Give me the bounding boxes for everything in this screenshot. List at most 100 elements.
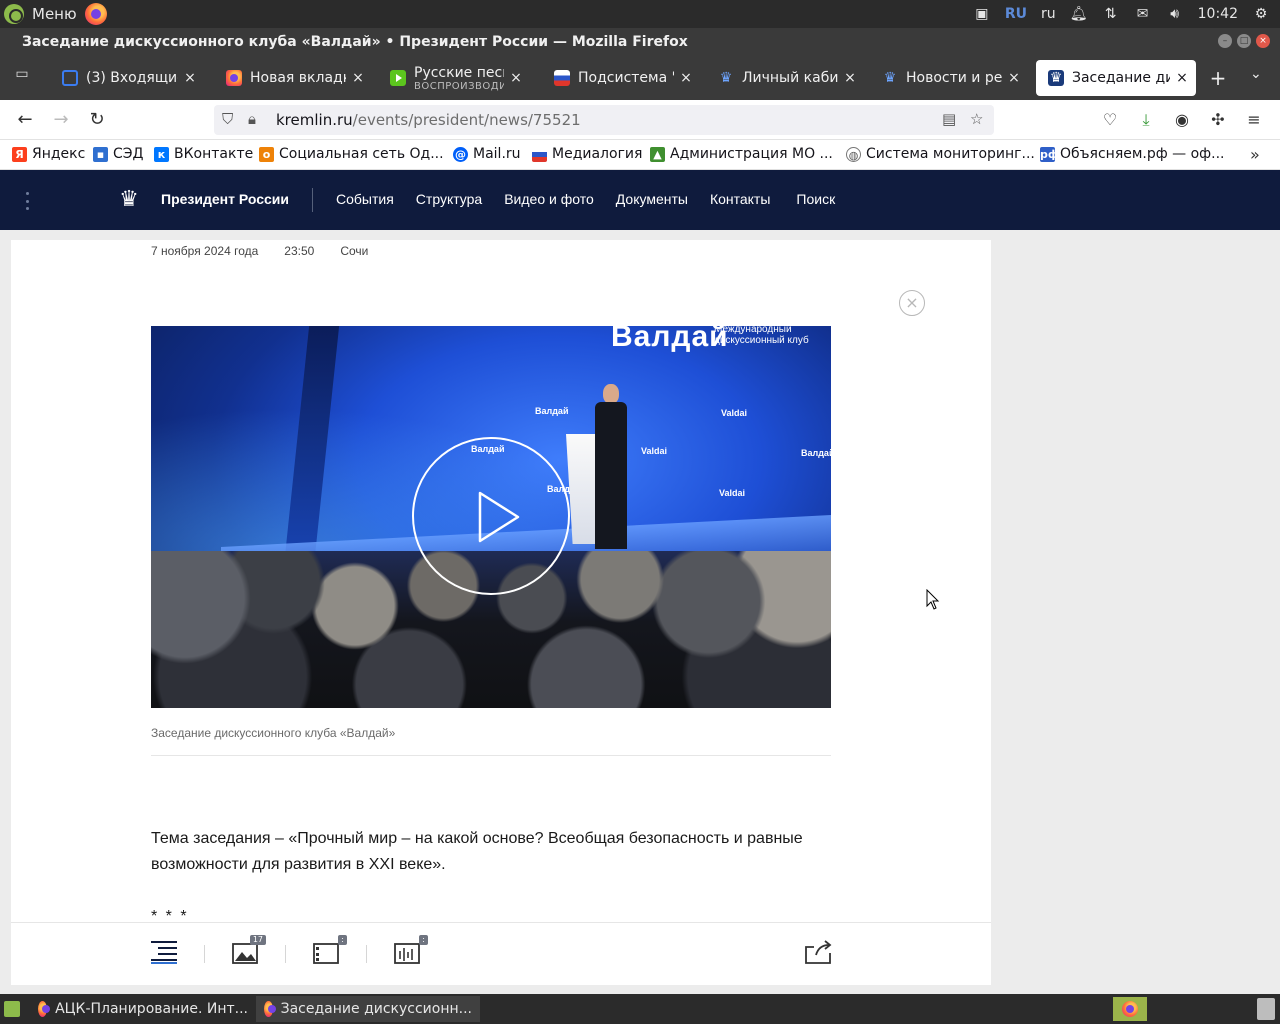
close-tab-icon[interactable]: × bbox=[1174, 70, 1190, 86]
clock[interactable]: 10:42 bbox=[1198, 6, 1238, 22]
audio-icon[interactable]: : bbox=[394, 935, 428, 965]
close-tab-icon[interactable]: × bbox=[678, 70, 694, 86]
taskbar-item-ack[interactable]: АЦК-Планирование. Инт... bbox=[30, 996, 256, 1022]
tab-label: Новая вкладка bbox=[250, 70, 346, 86]
close-tab-icon[interactable]: × bbox=[182, 70, 198, 86]
update-manager-icon[interactable]: ▣ bbox=[973, 6, 991, 22]
bookmark-explain-rf[interactable]: рф Объясняем.рф — оф... bbox=[1040, 146, 1225, 162]
bookmark-label: СЭД bbox=[113, 146, 144, 162]
nav-structure[interactable]: Структура bbox=[416, 191, 482, 207]
firefox-icon bbox=[1122, 1001, 1138, 1017]
bookmark-label: Медиалогия bbox=[552, 146, 643, 162]
russian-emblem-icon[interactable]: ♛ bbox=[114, 184, 144, 216]
pocket-icon[interactable]: ♡ bbox=[1100, 110, 1120, 130]
nav-documents[interactable]: Документы bbox=[616, 191, 688, 207]
tab-label: (3) Входящие - bbox=[86, 70, 178, 86]
notifications-bell-icon[interactable]: 🔔︎ bbox=[1070, 6, 1088, 22]
trash-icon[interactable] bbox=[1257, 998, 1275, 1020]
nav-video-photo[interactable]: Видео и фото bbox=[504, 191, 594, 207]
address-bar[interactable]: ⛉ 🔒︎ kremlin.ru/events/president/news/75… bbox=[214, 105, 994, 135]
account-icon[interactable]: ◉ bbox=[1172, 110, 1192, 130]
toolbar-divider bbox=[366, 945, 367, 963]
text-view-icon[interactable] bbox=[150, 939, 178, 965]
site-brand[interactable]: Президент России bbox=[161, 191, 289, 207]
bookmark-medialogia[interactable]: Медиалогия bbox=[532, 146, 642, 162]
video-player[interactable]: Валдай Международный дискуссионный клуб … bbox=[151, 326, 831, 708]
taskbar-item-valdai[interactable]: Заседание дискуссионн... bbox=[256, 996, 480, 1022]
tab-overview-icon[interactable]: ▭ bbox=[12, 66, 32, 84]
bookmark-star-icon[interactable]: ☆ bbox=[970, 110, 983, 128]
bookmark-sed[interactable]: ▪ СЭД bbox=[93, 146, 144, 162]
workspace-switcher[interactable] bbox=[1113, 997, 1147, 1021]
url-text[interactable]: kremlin.ru/events/president/news/75521 bbox=[276, 111, 581, 129]
minimize-button[interactable]: – bbox=[1218, 34, 1232, 48]
bookmark-odnoklassniki[interactable]: о Социальная сеть Од... bbox=[259, 146, 444, 162]
article-place[interactable]: Сочи bbox=[340, 244, 368, 258]
bookmark-label: Социальная сеть Од... bbox=[279, 146, 444, 162]
app-menu-icon[interactable]: ≡ bbox=[1244, 110, 1264, 130]
close-window-button[interactable]: × bbox=[1256, 34, 1270, 48]
photos-count-badge: 17 bbox=[249, 935, 266, 945]
site-menu-kebab-icon[interactable] bbox=[24, 192, 30, 210]
bookmarks-toolbar: Я Яндекс ▪ СЭД к ВКонтакте о Социальная сеть… bbox=[0, 140, 1280, 170]
tab-label: Заседание дис bbox=[1072, 70, 1170, 86]
more-bookmarks-chevron-icon[interactable]: » bbox=[1250, 145, 1260, 164]
bookmark-mailru[interactable]: @ Mail.ru bbox=[453, 146, 521, 162]
bookmark-monitoring[interactable]: ◍ Система мониторинг... bbox=[846, 146, 1035, 162]
tab-playing-label: ВОСПРОИЗВОДИТСЯ bbox=[414, 80, 504, 92]
mouse-cursor-icon bbox=[926, 589, 940, 610]
taskbar-item-label: Заседание дискуссионн... bbox=[280, 1001, 472, 1017]
video-list-icon[interactable]: : bbox=[313, 935, 347, 965]
tab-new-tab[interactable]: Новая вкладка × bbox=[214, 60, 372, 96]
close-video-icon[interactable]: × bbox=[899, 290, 925, 316]
site-lock-icon[interactable]: 🔒︎ bbox=[248, 110, 256, 128]
forward-button[interactable]: → bbox=[49, 108, 73, 132]
back-button[interactable]: ← bbox=[13, 108, 37, 132]
power-settings-icon[interactable]: ⚙ bbox=[1252, 6, 1270, 22]
photos-icon[interactable]: 17 bbox=[232, 935, 266, 965]
downloads-icon[interactable]: ⤓ bbox=[1136, 110, 1156, 130]
mint-logo-icon bbox=[4, 4, 24, 24]
bookmark-administration[interactable]: ▲ Администрация МО ... bbox=[650, 146, 833, 162]
nav-events[interactable]: События bbox=[336, 191, 394, 207]
mail-tray-icon[interactable]: ✉ bbox=[1134, 6, 1152, 22]
keyboard-layout-indicator[interactable]: RU bbox=[1005, 6, 1027, 22]
volume-icon[interactable]: 🔊︎ bbox=[1166, 6, 1184, 22]
tab-subsystem[interactable]: Подсистема "П × bbox=[542, 60, 700, 96]
close-tab-icon[interactable]: × bbox=[1006, 70, 1022, 86]
tab-inbox[interactable]: (3) Входящие - × bbox=[50, 60, 204, 96]
tab-valdai-active[interactable]: ♛ Заседание дис × bbox=[1036, 60, 1196, 96]
close-tab-icon[interactable]: × bbox=[842, 70, 858, 86]
close-tab-icon[interactable]: × bbox=[508, 70, 524, 86]
audio-count-badge: : bbox=[419, 935, 428, 945]
list-all-tabs-icon[interactable]: ⌄ bbox=[1250, 66, 1262, 82]
tab-russian-songs[interactable]: Русские песни ВОСПРОИЗВОДИТСЯ × bbox=[378, 60, 530, 96]
tracking-protection-shield-icon[interactable]: ⛉ bbox=[222, 110, 233, 128]
maximize-button[interactable]: □ bbox=[1237, 34, 1251, 48]
url-path: /events/president/news/75521 bbox=[352, 111, 581, 129]
show-desktop-icon[interactable] bbox=[4, 1001, 20, 1017]
eagle-icon: ♛ bbox=[883, 70, 897, 86]
reader-view-icon[interactable]: ▤ bbox=[942, 110, 956, 128]
tab-strip: (3) Входящие - × Новая вкладка × Русские… bbox=[0, 56, 1280, 100]
video-valdai-logo-subtitle: Международный дискуссионный клуб bbox=[714, 326, 809, 346]
nav-search[interactable]: Поиск bbox=[796, 191, 835, 207]
extensions-icon[interactable]: ✣ bbox=[1208, 110, 1228, 130]
firefox-launcher-icon[interactable] bbox=[84, 3, 107, 25]
bookmark-vk[interactable]: к ВКонтакте bbox=[154, 146, 253, 162]
reload-button[interactable]: ↻ bbox=[85, 108, 109, 132]
new-tab-button[interactable]: + bbox=[1208, 66, 1228, 90]
article-topic: Тема заседания – «Прочный мир – на какой… bbox=[151, 830, 803, 873]
tab-news[interactable]: ♛ Новости и реп × bbox=[870, 60, 1028, 96]
language-indicator[interactable]: ru bbox=[1041, 6, 1056, 22]
network-icon[interactable]: ⇅ bbox=[1102, 6, 1120, 22]
nav-contacts[interactable]: Контакты bbox=[710, 191, 770, 207]
tab-personal-cabinet[interactable]: ♛ Личный кабин × bbox=[706, 60, 864, 96]
caption-divider bbox=[151, 755, 831, 756]
share-icon[interactable] bbox=[804, 939, 832, 965]
play-button[interactable] bbox=[412, 437, 570, 595]
os-menu-button[interactable]: Меню bbox=[4, 2, 107, 26]
close-tab-icon[interactable]: × bbox=[350, 70, 366, 86]
article-date: 7 ноября 2024 года bbox=[151, 244, 259, 258]
bookmark-yandex[interactable]: Я Яндекс bbox=[12, 146, 85, 162]
